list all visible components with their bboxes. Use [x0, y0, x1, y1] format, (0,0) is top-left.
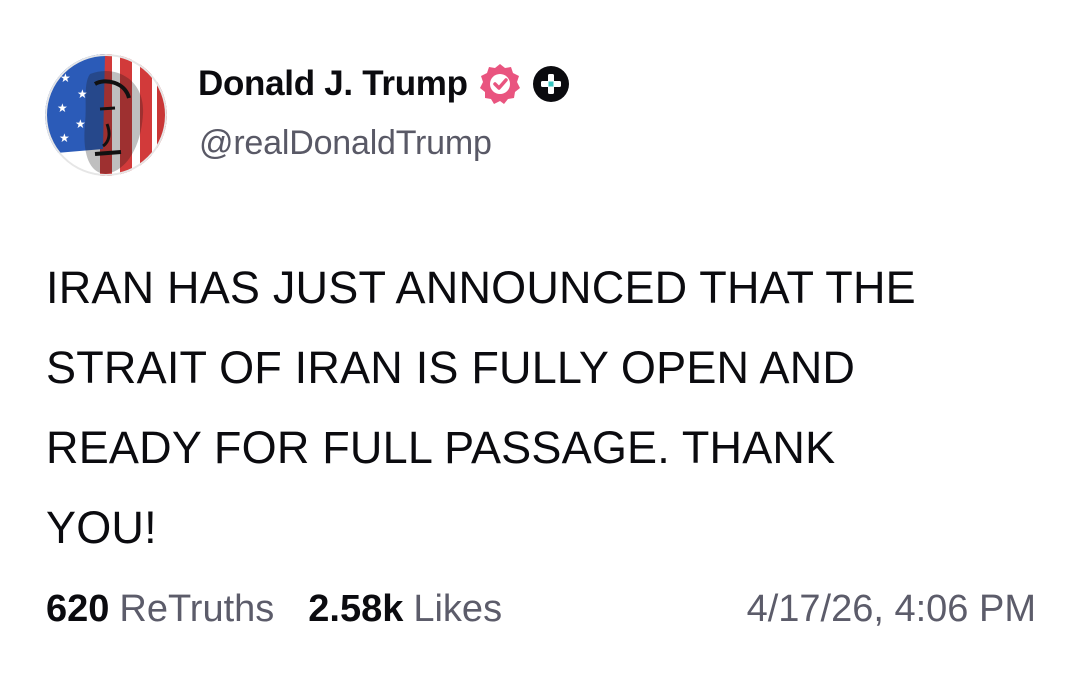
plus-badge-icon	[532, 65, 570, 103]
retruths-count: 620	[46, 588, 110, 630]
author-display-name[interactable]: Donald J. Trump	[198, 64, 468, 104]
truth-post: ★ ★ ★ ★ ★ Donald J. Trump @realDonaldTru…	[0, 0, 1080, 680]
svg-text:★: ★	[59, 131, 70, 145]
likes-stat[interactable]: 2.58k Likes	[308, 588, 502, 631]
retruths-label: ReTruths	[119, 588, 275, 630]
post-text: IRAN HAS JUST ANNOUNCED THAT THE STRAIT …	[46, 262, 916, 553]
svg-text:★: ★	[60, 71, 71, 85]
avatar-image: ★ ★ ★ ★ ★	[45, 54, 167, 176]
verified-badge-icon	[478, 62, 522, 106]
post-timestamp[interactable]: 4/17/26, 4:06 PM	[747, 588, 1036, 631]
svg-text:★: ★	[75, 117, 86, 131]
author-handle[interactable]: @realDonaldTrump	[199, 124, 492, 163]
author-name-row: Donald J. Trump	[198, 62, 570, 106]
likes-label: Likes	[413, 588, 503, 630]
likes-count: 2.58k	[308, 588, 404, 630]
avatar[interactable]: ★ ★ ★ ★ ★	[45, 54, 167, 176]
retruths-stat[interactable]: 620 ReTruths	[46, 588, 274, 631]
post-stats: 620 ReTruths 2.58k Likes 4/17/26, 4:06 P…	[46, 588, 1036, 631]
svg-text:★: ★	[57, 101, 68, 115]
